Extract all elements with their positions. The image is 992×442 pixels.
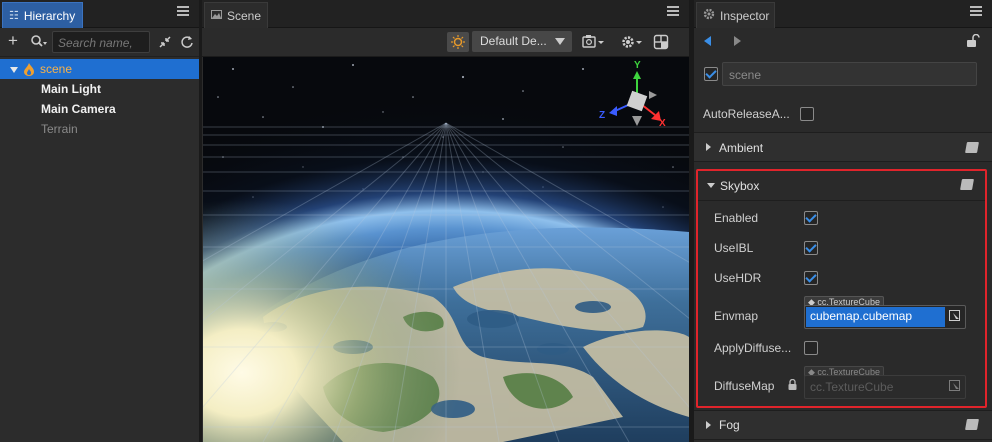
unlock-icon[interactable] — [966, 33, 980, 51]
use-ibl-checkbox[interactable] — [804, 241, 818, 255]
search-input[interactable]: Search name, — [52, 31, 150, 53]
auto-release-label: AutoReleaseA... — [703, 107, 790, 121]
expand-arrow-icon[interactable] — [10, 67, 18, 73]
ambient-label: Ambient — [719, 141, 764, 155]
use-ibl-label: UseIBL — [714, 241, 754, 255]
refresh-icon[interactable] — [180, 35, 194, 51]
hierarchy-tree-icon: ☷ — [9, 10, 19, 22]
hierarchy-tab-label: Hierarchy — [23, 8, 76, 23]
chevron-down-icon — [555, 38, 565, 45]
help-book-icon[interactable] — [965, 419, 979, 430]
hierarchy-tabbar: ☷ Hierarchy — [0, 0, 199, 28]
help-book-icon[interactable] — [960, 179, 974, 190]
enabled-checkbox[interactable] — [804, 211, 818, 225]
node-active-checkbox[interactable] — [704, 67, 718, 81]
lock-icon — [788, 378, 797, 393]
scene-menu-icon[interactable] — [667, 6, 679, 16]
tree-item-label: Main Camera — [41, 102, 116, 116]
help-book-icon[interactable] — [965, 142, 979, 153]
scene-tabbar: Scene — [202, 0, 689, 28]
tab-inspector[interactable]: Inspector — [696, 2, 775, 28]
expand-arrow-icon — [706, 143, 711, 151]
apply-diffuse-label: ApplyDiffuse... — [714, 341, 792, 355]
envmap-value: cubemap.cubemap — [806, 307, 945, 327]
scene-tab-label: Scene — [227, 8, 262, 23]
fog-label: Fog — [719, 418, 740, 432]
gizmo-x-label: X — [659, 118, 666, 129]
enabled-label: Enabled — [714, 211, 759, 225]
collapse-all-icon[interactable] — [158, 35, 172, 51]
tab-scene[interactable]: Scene — [204, 2, 268, 28]
gear-icon[interactable] — [620, 33, 644, 54]
inspector-panel: Inspector scene AutoReleaseA... Ambient … — [694, 0, 992, 442]
camera-mode-dropdown[interactable]: Default De... — [472, 31, 572, 52]
inspector-menu-icon[interactable] — [970, 6, 982, 16]
asset-locate-icon[interactable] — [949, 310, 963, 324]
scene-viewport[interactable]: Y Z X — [203, 57, 689, 442]
camera-options-icon[interactable] — [582, 34, 606, 53]
apply-diffuse-checkbox[interactable] — [804, 341, 818, 355]
envmap-asset-field[interactable]: cubemap.cubemap — [804, 305, 966, 329]
tree-item-label: scene — [40, 62, 73, 76]
add-icon[interactable]: + — [8, 32, 18, 49]
skybox-label: Skybox — [720, 179, 760, 193]
node-name-input[interactable]: scene — [722, 62, 977, 86]
tree-item-scene[interactable]: scene — [0, 59, 199, 79]
hierarchy-menu-icon[interactable] — [177, 6, 189, 16]
dropdown-value: Default De... — [480, 34, 547, 48]
fog-section-header[interactable]: Fog — [694, 410, 992, 440]
expand-arrow-icon — [706, 421, 711, 429]
tree-item-terrain[interactable]: Terrain — [0, 119, 199, 139]
lighting-toggle-button[interactable] — [447, 32, 469, 52]
hierarchy-toolbar: + Search name, — [0, 28, 199, 57]
scene-panel: Scene Default De... Y Z X — [202, 0, 689, 442]
inspector-tab-label: Inspector — [720, 8, 770, 23]
gear-icon — [703, 8, 715, 23]
diffuse-map-placeholder: cc.TextureCube — [810, 380, 894, 394]
use-hdr-checkbox[interactable] — [804, 271, 818, 285]
auto-release-checkbox[interactable] — [800, 107, 814, 121]
tab-hierarchy[interactable]: ☷ Hierarchy — [2, 2, 83, 28]
ambient-section-header[interactable]: Ambient — [694, 132, 992, 162]
gizmo-z-label: Z — [599, 110, 605, 121]
tree-item-label: Terrain — [41, 122, 78, 136]
search-filter-icon[interactable] — [30, 34, 48, 50]
tree-item-main-light[interactable]: Main Light — [0, 79, 199, 99]
sun-icon — [451, 35, 465, 49]
forward-arrow-icon[interactable] — [734, 36, 741, 46]
asset-locate-icon[interactable] — [949, 380, 963, 394]
tree-item-label: Main Light — [41, 82, 101, 96]
gizmo-y-label: Y — [634, 60, 641, 71]
planet-skybox-render: Y Z X — [203, 57, 689, 442]
inspector-tabbar: Inspector — [694, 0, 992, 28]
collapse-arrow-icon — [707, 183, 715, 188]
scene-toolbar: Default De... — [202, 28, 689, 57]
skybox-section: Skybox Enabled UseIBL UseHDR Envmap ◆ cc… — [696, 169, 987, 408]
layout-icon[interactable] — [653, 34, 669, 53]
skybox-section-header[interactable]: Skybox — [698, 171, 985, 201]
diffuse-map-asset-field[interactable]: cc.TextureCube — [804, 375, 966, 399]
use-hdr-label: UseHDR — [714, 271, 762, 285]
scene-image-icon — [211, 9, 222, 22]
back-arrow-icon[interactable] — [704, 36, 711, 46]
tree-item-main-camera[interactable]: Main Camera — [0, 99, 199, 119]
hierarchy-panel: ☷ Hierarchy + Search name, scene Main Li… — [0, 0, 199, 442]
